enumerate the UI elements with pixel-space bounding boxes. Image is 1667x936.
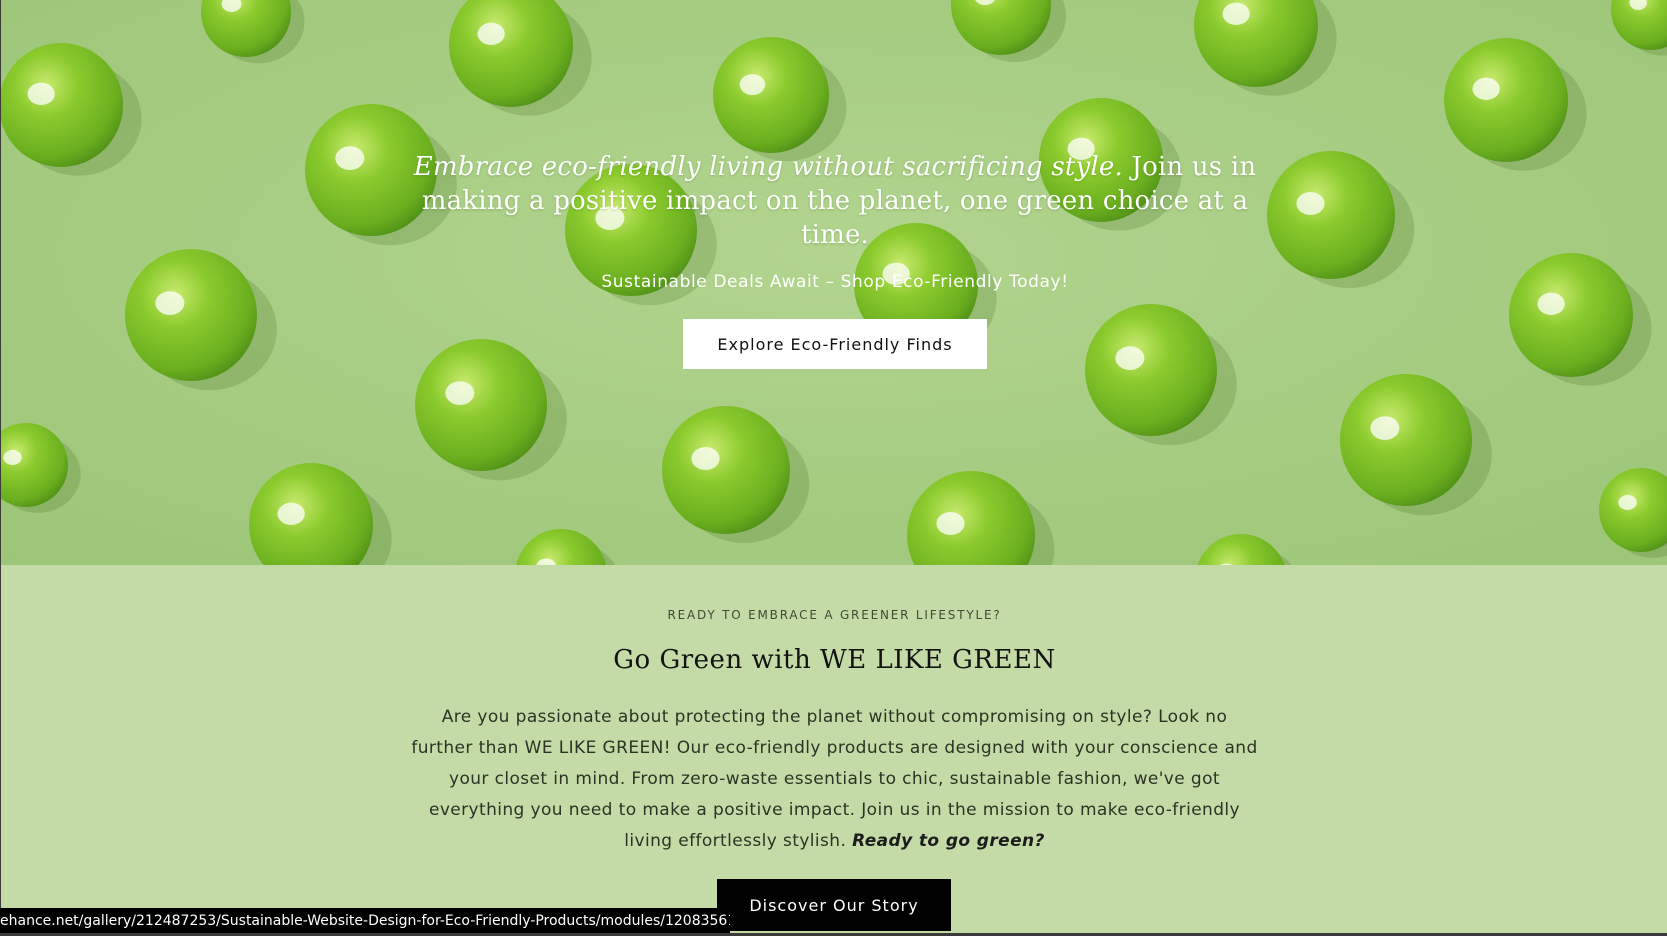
section-eyebrow: READY TO EMBRACE A GREENER LIFESTYLE? [667, 608, 1002, 622]
hero-heading: Embrace eco-friendly living without sacr… [391, 150, 1279, 252]
hero-content: Embrace eco-friendly living without sacr… [1, 0, 1667, 565]
hero-heading-italic: Embrace eco-friendly living without sacr… [413, 152, 1123, 182]
page: Embrace eco-friendly living without sacr… [0, 0, 1667, 936]
hero-subheading: Sustainable Deals Await – Shop Eco-Frien… [601, 272, 1069, 292]
section-body-text: Are you passionate about protecting the … [411, 707, 1258, 851]
discover-our-story-button[interactable]: Discover Our Story [717, 879, 951, 931]
section-body: Are you passionate about protecting the … [411, 702, 1258, 857]
explore-eco-friendly-finds-button[interactable]: Explore Eco-Friendly Finds [683, 319, 987, 369]
link-preview-status-bar: ehance.net/gallery/212487253/Sustainable… [0, 908, 730, 934]
section-title: Go Green with WE LIKE GREEN [613, 645, 1056, 675]
section-body-emphasis: Ready to go green? [852, 831, 1045, 851]
hero-section: Embrace eco-friendly living without sacr… [0, 0, 1667, 565]
